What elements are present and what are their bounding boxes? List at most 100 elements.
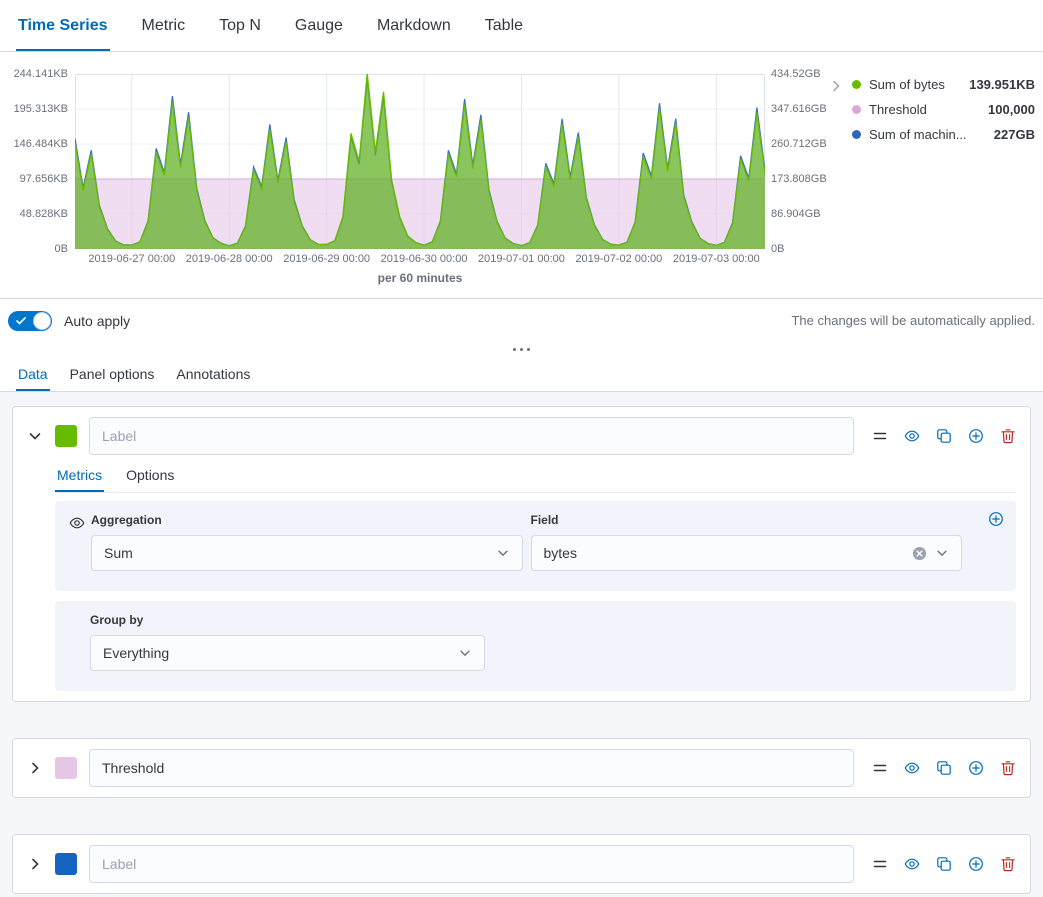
series-label-input[interactable] [89, 749, 854, 787]
chevron-down-icon [496, 546, 510, 560]
series-label-input[interactable] [89, 417, 854, 455]
chart-legend: Sum of bytes 139.951KB Threshold 100,000… [852, 72, 1035, 147]
group-by-select[interactable]: Everything [90, 635, 485, 671]
series-color-swatch[interactable] [55, 853, 77, 875]
field-label: Field [531, 513, 963, 527]
legend-item-sum-of-machine[interactable]: Sum of machin... 227GB [852, 122, 1035, 147]
delete-series-button[interactable] [1000, 856, 1016, 872]
aggregation-label: Aggregation [91, 513, 523, 527]
expand-series-button[interactable] [27, 760, 43, 776]
series-editor: Metrics Options Aggregation Sum [0, 392, 1043, 897]
chevron-right-icon [828, 78, 844, 94]
eye-icon [904, 428, 920, 444]
plus-in-circle-icon [968, 856, 984, 872]
auto-apply-label: Auto apply [64, 313, 130, 329]
add-series-button[interactable] [968, 856, 984, 872]
series-header [27, 417, 1016, 455]
clone-series-button[interactable] [936, 428, 952, 444]
eye-icon [69, 515, 85, 531]
legend-value: 227GB [994, 127, 1035, 142]
series-label-input[interactable] [89, 845, 854, 883]
left-axis-tick-label: 195.313KB [0, 104, 68, 115]
tab-annotations[interactable]: Annotations [174, 356, 252, 391]
legend-value: 139.951KB [969, 77, 1035, 92]
tab-gauge[interactable]: Gauge [293, 0, 345, 51]
legend-dot [852, 130, 861, 139]
subtab-options[interactable]: Options [124, 457, 176, 492]
tab-markdown[interactable]: Markdown [375, 0, 453, 51]
delete-series-button[interactable] [1000, 760, 1016, 776]
collapse-series-button[interactable] [27, 428, 43, 444]
chevron-down-icon [935, 546, 949, 560]
toggle-series-visibility-button[interactable] [904, 428, 920, 444]
drag-series-handle[interactable] [872, 856, 888, 872]
right-axis-tick-label: 434.52GB [771, 69, 821, 80]
expand-series-button[interactable] [27, 856, 43, 872]
subtab-metrics[interactable]: Metrics [55, 457, 104, 492]
legend-dot [852, 80, 861, 89]
grab-icon [872, 760, 888, 776]
tab-top-n[interactable]: Top N [217, 0, 263, 51]
group-by-value: Everything [103, 645, 458, 661]
series-subtabs: Metrics Options [55, 457, 1016, 493]
series-panel-2 [12, 738, 1031, 798]
tab-panel-options[interactable]: Panel options [68, 356, 157, 391]
right-axis-tick-label: 173.808GB [771, 174, 827, 185]
add-series-button[interactable] [968, 760, 984, 776]
tab-table[interactable]: Table [483, 0, 525, 51]
add-metric-button[interactable] [988, 511, 1004, 527]
left-axis-tick-label: 146.484KB [0, 139, 68, 150]
group-by-label: Group by [90, 613, 1002, 627]
toggle-series-visibility-button[interactable] [904, 856, 920, 872]
clear-selection-icon[interactable] [912, 546, 927, 561]
drag-series-handle[interactable] [872, 760, 888, 776]
x-axis-tick-label: 2019-07-03 00:00 [656, 253, 776, 265]
grab-icon [872, 428, 888, 444]
auto-apply-toggle[interactable] [8, 311, 52, 331]
left-axis-tick-label: 97.656KB [0, 174, 68, 185]
metric-visibility-button[interactable] [69, 515, 85, 531]
legend-item-threshold[interactable]: Threshold 100,000 [852, 97, 1035, 122]
visualization-type-tabs: Time Series Metric Top N Gauge Markdown … [0, 0, 1043, 52]
clone-series-button[interactable] [936, 856, 952, 872]
series-panel-1: Metrics Options Aggregation Sum [12, 406, 1031, 702]
metric-fields: Aggregation Sum Field bytes [91, 513, 1002, 571]
series-header [27, 749, 1016, 787]
chevron-down-icon [27, 428, 43, 444]
clone-series-button[interactable] [936, 760, 952, 776]
chart-section: per 60 minutes Sum of bytes 139.951KB Th… [0, 52, 1043, 298]
aggregation-select[interactable]: Sum [91, 535, 523, 571]
delete-series-button[interactable] [1000, 428, 1016, 444]
aggregation-value: Sum [104, 545, 496, 561]
panel-resize-handle[interactable] [0, 342, 1043, 356]
drag-series-handle[interactable] [872, 428, 888, 444]
chart-plot [75, 74, 765, 249]
check-icon [16, 317, 26, 325]
left-axis-tick-label: 48.828KB [0, 209, 68, 220]
tab-metric[interactable]: Metric [140, 0, 188, 51]
trash-icon [1000, 428, 1016, 444]
plus-in-circle-icon [968, 428, 984, 444]
editor-tabs: Data Panel options Annotations [0, 356, 1043, 392]
legend-dot [852, 105, 861, 114]
group-by-row: Group by Everything [55, 601, 1016, 691]
legend-collapse-button[interactable] [828, 78, 844, 94]
tab-time-series[interactable]: Time Series [16, 0, 110, 51]
legend-item-sum-of-bytes[interactable]: Sum of bytes 139.951KB [852, 72, 1035, 97]
series-color-swatch[interactable] [55, 425, 77, 447]
copy-icon [936, 760, 952, 776]
series-body: Metrics Options Aggregation Sum [55, 457, 1016, 691]
chevron-right-icon [27, 856, 43, 872]
add-series-button[interactable] [968, 428, 984, 444]
auto-apply-row: Auto apply The changes will be automatic… [0, 298, 1043, 342]
trash-icon [1000, 760, 1016, 776]
tab-data[interactable]: Data [16, 356, 50, 391]
series-actions [872, 856, 1016, 872]
series-header [27, 845, 1016, 883]
toggle-series-visibility-button[interactable] [904, 760, 920, 776]
grab-icon [872, 856, 888, 872]
right-axis-tick-label: 86.904GB [771, 209, 821, 220]
series-color-swatch[interactable] [55, 757, 77, 779]
left-axis-tick-label: 244.141KB [0, 69, 68, 80]
field-combobox[interactable]: bytes [531, 535, 963, 571]
